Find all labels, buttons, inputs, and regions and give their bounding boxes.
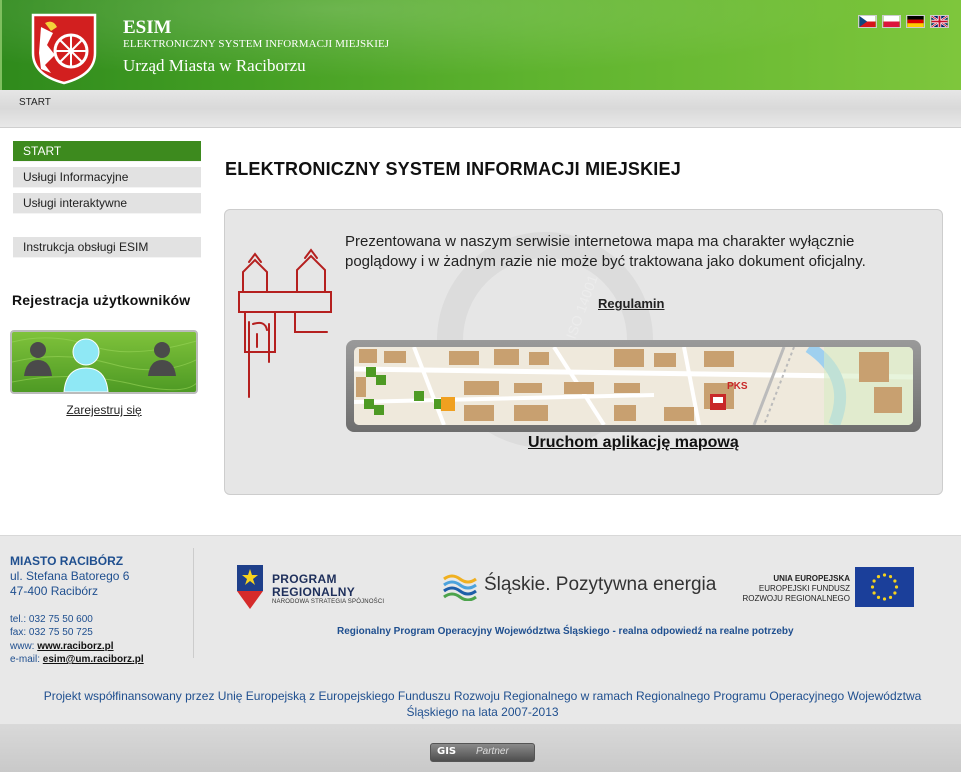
- register-link[interactable]: Zarejestruj się: [10, 403, 198, 417]
- launch-map-link[interactable]: Uruchom aplikację mapową: [528, 434, 739, 452]
- eu-flag-icon: [855, 567, 914, 607]
- eu-line3: ROZWOJU REGIONALNEGO: [742, 594, 850, 603]
- de-flag-icon[interactable]: [906, 15, 925, 28]
- header-banner: ESIM ELEKTRONICZNY SYSTEM INFORMACJI MIE…: [0, 0, 961, 90]
- registration-banner[interactable]: [10, 330, 198, 394]
- gb-flag-icon[interactable]: [930, 15, 949, 28]
- app-subtitle: ELEKTRONICZNY SYSTEM INFORMACJI MIEJSKIE…: [123, 38, 390, 50]
- city-crest-icon[interactable]: [31, 13, 97, 85]
- breadcrumb-bar: START: [0, 90, 961, 128]
- map-thumbnail: PKS: [354, 347, 913, 425]
- eu-line2: EUROPEJSKI FUNDUSZ: [758, 584, 850, 593]
- bottom-bar: GIS Partner: [0, 724, 961, 772]
- program-regionalny-icon: [237, 565, 263, 609]
- page-title: ELEKTRONICZNY SYSTEM INFORMACJI MIEJSKIE…: [225, 159, 681, 179]
- program-regionalny-logo: PROGRAM REGIONALNY NARODOWA STRATEGIA SP…: [233, 561, 393, 611]
- footer-fax: fax: 032 75 50 725: [10, 627, 93, 638]
- regulamin-link[interactable]: Regulamin: [598, 296, 664, 311]
- footer-mail-label: e-mail:: [10, 654, 43, 665]
- nav-item-instrukcja[interactable]: Instrukcja obsługi ESIM: [13, 237, 201, 258]
- map-label-pks: PKS: [727, 381, 748, 392]
- slaskie-waves-icon: [443, 574, 477, 602]
- footer-street: ul. Stefana Batorego 6: [10, 569, 130, 583]
- slaskie-logo: Śląskie. Pozytywna energia: [442, 571, 722, 602]
- breadcrumb[interactable]: START: [19, 97, 51, 108]
- nav-item-uslugi-informacyjne[interactable]: Usługi Informacyjne: [13, 167, 201, 188]
- slaskie-slogan: Śląskie. Pozytywna energia: [484, 574, 717, 595]
- cz-flag-icon[interactable]: [858, 15, 877, 28]
- program-line1: PROGRAM: [272, 572, 337, 586]
- nav-item-start[interactable]: START: [13, 141, 201, 162]
- footer-mail: e-mail: esim@um.raciborz.pl: [10, 654, 144, 665]
- disclaimer-text: Prezentowana w naszym serwisie interneto…: [345, 233, 866, 270]
- pl-flag-icon[interactable]: [882, 15, 901, 28]
- watermark-text: ISO 14001: [563, 272, 601, 341]
- footer-city: MIASTO RACIBÓRZ: [10, 554, 124, 568]
- gis-badge-partner: Partner: [476, 746, 509, 757]
- map-thumbnail-image: PKS: [354, 347, 913, 425]
- app-title: ESIM: [123, 17, 172, 38]
- office-name: Urząd Miasta w Raciborzu: [123, 56, 306, 75]
- map-preview-button[interactable]: PKS: [346, 340, 921, 432]
- castle-logo-icon: [238, 248, 332, 398]
- footer-www: www: www.raciborz.pl: [10, 641, 114, 652]
- gis-partner-badge[interactable]: GIS Partner: [430, 743, 535, 762]
- footer-divider: [193, 548, 194, 658]
- rpo-slogan: Regionalny Program Operacyjny Województw…: [337, 626, 794, 637]
- eu-line1: UNIA EUROPEJSKA: [773, 574, 850, 583]
- users-icon: [12, 337, 196, 392]
- registration-title: Rejestracja użytkowników: [12, 292, 191, 308]
- info-panel: ISO 14001 Prezentowana w naszym serwisie…: [224, 209, 943, 495]
- cofunding-note: Projekt współfinansowany przez Unię Euro…: [43, 689, 922, 719]
- footer-postal: 47-400 Racibórz: [10, 584, 99, 598]
- footer-tel: tel.: 032 75 50 600: [10, 614, 93, 625]
- program-line3: NARODOWA STRATEGIA SPÓJNOŚCI: [272, 599, 385, 605]
- nav-item-uslugi-interaktywne[interactable]: Usługi interaktywne: [13, 193, 201, 214]
- email-link[interactable]: esim@um.raciborz.pl: [43, 654, 144, 665]
- footer-www-label: www:: [10, 641, 38, 652]
- website-link[interactable]: www.raciborz.pl: [37, 641, 113, 652]
- gis-badge-text: GIS: [437, 746, 457, 757]
- footer: MIASTO RACIBÓRZ ul. Stefana Batorego 6 4…: [0, 535, 961, 724]
- program-line2: REGIONALNY: [272, 585, 356, 599]
